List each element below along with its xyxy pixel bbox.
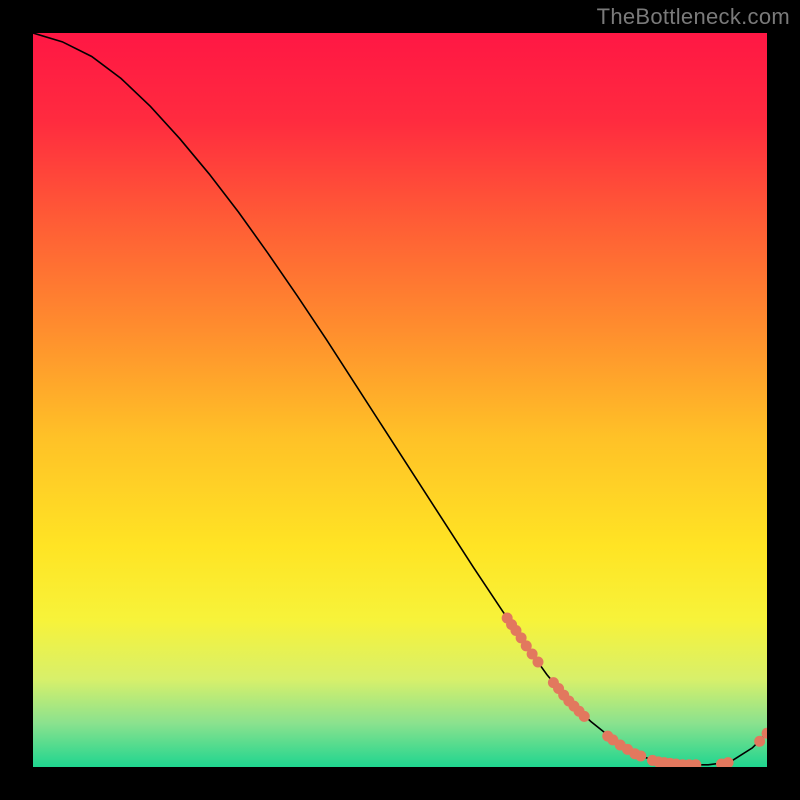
highlight-point — [635, 750, 646, 761]
highlight-point — [579, 711, 590, 722]
chart-svg — [33, 33, 767, 767]
plot-area — [33, 33, 767, 767]
highlight-point — [532, 657, 543, 668]
gradient-background — [33, 33, 767, 767]
chart-container: TheBottleneck.com — [0, 0, 800, 800]
attribution-text: TheBottleneck.com — [597, 4, 790, 30]
